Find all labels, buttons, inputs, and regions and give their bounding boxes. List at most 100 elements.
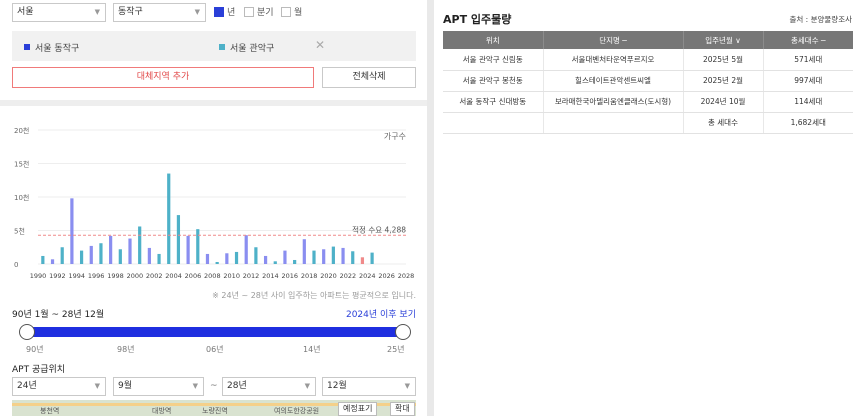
- chart-bar: [196, 229, 200, 264]
- area-item-gwanak: 서울 관악구: [219, 41, 274, 54]
- x-tick-label: 2006: [185, 272, 202, 280]
- chart-bar: [244, 235, 248, 264]
- chart-bar: [302, 239, 306, 264]
- after-2024-link[interactable]: 2024년 이후 보기: [346, 307, 416, 320]
- chart-bar: [50, 259, 55, 264]
- x-tick-label: 2004: [165, 272, 182, 280]
- chart-bar: [225, 253, 229, 264]
- from-month-select[interactable]: 9월 ▼: [113, 377, 204, 396]
- left-panel: 서울 ▼ 동작구 ▼ 년 분기 월 서울 동작구 서울 관악구 ✕ 대체지역 추…: [0, 0, 427, 416]
- chart-bar: [186, 235, 190, 264]
- chart-bar: [370, 252, 374, 264]
- chart-bar: [128, 238, 132, 264]
- map-label: 대방역: [152, 407, 172, 415]
- to-month-select[interactable]: 12월 ▼: [322, 377, 416, 396]
- chevron-down-icon: ▼: [192, 382, 198, 390]
- chart-bar: [79, 250, 84, 264]
- chart-bar: [157, 253, 161, 264]
- cell-empty: [543, 112, 684, 134]
- col-header-location[interactable]: 위치: [443, 31, 544, 49]
- district-select[interactable]: 동작구 ▼: [113, 3, 206, 22]
- supply-map[interactable]: 봉천역 대방역 노량진역 여의도한강공원 예정표기 확대: [12, 400, 416, 416]
- x-tick-label: 1992: [49, 272, 66, 280]
- period-range-label: 90년 1월 ~ 28년 12월: [12, 310, 105, 320]
- chart-bar: [293, 259, 297, 264]
- month-checkbox[interactable]: [281, 7, 291, 17]
- series-color-swatch: [24, 44, 30, 50]
- reference-line-label: 적정 수요 4,288: [352, 224, 406, 234]
- col-header-movein[interactable]: 입주년월 ∨: [683, 31, 764, 49]
- from-year-value: 24년: [17, 381, 37, 391]
- y-tick-label: 20천: [14, 126, 29, 135]
- period-slider-track[interactable]: [26, 327, 404, 337]
- chart-bar: [176, 215, 181, 264]
- x-tick-label: 1994: [68, 272, 85, 280]
- map-toggle-button[interactable]: 예정표기: [338, 402, 378, 416]
- chart-bar: [312, 250, 316, 264]
- y-tick-label: 5천: [14, 227, 25, 236]
- chart-bar: [351, 251, 355, 264]
- col-header-households[interactable]: 총세대수 ─: [763, 31, 853, 49]
- table-row[interactable]: 서울 관악구 신림동 서울대벤처타운역푸르지오 2025년 5월 571세대: [443, 49, 853, 71]
- chart-bar: [41, 255, 45, 264]
- chevron-down-icon: ▼: [94, 382, 100, 390]
- slider-end-handle[interactable]: [395, 324, 411, 340]
- chart-bar: [273, 261, 277, 264]
- x-tick-label: 2002: [146, 272, 163, 280]
- cell-households: 997세대: [763, 70, 853, 92]
- x-tick-label: 2022: [340, 272, 357, 280]
- map-label: 노량진역: [202, 407, 228, 415]
- cell-location: 서울 관악구 신림동: [443, 49, 544, 71]
- x-tick-label: 2008: [204, 272, 221, 280]
- chart-bar: [89, 245, 93, 264]
- to-month-value: 12월: [327, 381, 347, 391]
- year-checkbox-label: 년: [227, 8, 236, 18]
- x-tick-label: 1998: [107, 272, 124, 280]
- chart-bar: [60, 247, 64, 264]
- to-year-value: 28년: [227, 381, 247, 391]
- table-row[interactable]: 서울 관악구 봉천동 힐스테이트관악센트씨엘 2025년 2월 997세대: [443, 70, 853, 92]
- table-row[interactable]: 서울 동작구 신대방동 보라매한국아델리움엔클래스(도시형) 2024년 10월…: [443, 91, 853, 113]
- close-icon[interactable]: ✕: [315, 38, 325, 52]
- chart-bar: [147, 247, 151, 264]
- chart-bar: [341, 247, 345, 264]
- apt-panel-source: 출처 : 분양물량조사: [789, 15, 853, 24]
- slider-tick: 14년: [303, 345, 321, 354]
- col-header-complex[interactable]: 단지명 ─: [543, 31, 684, 49]
- year-checkbox[interactable]: [214, 7, 224, 17]
- supply-bar-chart: 0 5천 10천 15천 20천 1990 1992 1994 1996 1998 2000 2002…: [14, 126, 415, 280]
- table-total-row: 총 세대수 1,682세대: [443, 112, 853, 134]
- cell-empty: [443, 112, 544, 134]
- slider-start-handle[interactable]: [19, 324, 35, 340]
- apt-supply-table: 위치 단지명 ─ 입주년월 ∨ 총세대수 ─ 서울 관악구 신림동 서울대벤처타…: [443, 31, 853, 134]
- x-tick-label: 1990: [30, 272, 47, 280]
- area-item-dongjak: 서울 동작구: [24, 41, 79, 54]
- slider-tick: 25년: [387, 345, 405, 354]
- chart-bar: [99, 243, 103, 264]
- chart-bar: [70, 198, 74, 264]
- x-tick-label: 2016: [282, 272, 299, 280]
- section-divider: [0, 100, 427, 106]
- chart-bar: [322, 249, 326, 264]
- cell-location: 서울 관악구 봉천동: [443, 70, 544, 92]
- supply-location-title: APT 공급위치: [12, 365, 66, 375]
- chevron-down-icon: ▼: [304, 382, 310, 390]
- chart-footnote: ※ 24년 ~ 28년 사이 입주하는 아파트는 평균적으로 입니다.: [212, 291, 416, 300]
- chart-bar: [118, 249, 122, 264]
- from-year-select[interactable]: 24년 ▼: [12, 377, 106, 396]
- chart-bar: [263, 255, 268, 264]
- quarter-checkbox[interactable]: [244, 7, 254, 17]
- x-tick-label: 2024: [359, 272, 376, 280]
- chart-bar: [234, 251, 239, 264]
- total-label: 총 세대수: [683, 112, 764, 134]
- cell-movein: 2025년 5월: [683, 49, 764, 71]
- to-year-select[interactable]: 28년 ▼: [222, 377, 316, 396]
- x-tick-label: 2028: [398, 272, 415, 280]
- delete-all-button[interactable]: 전체삭제: [322, 67, 416, 88]
- chart-bar: [254, 247, 258, 264]
- slider-tick: 06년: [206, 345, 224, 354]
- x-tick-label: 2000: [127, 272, 144, 280]
- city-select[interactable]: 서울 ▼: [12, 3, 106, 22]
- map-zoom-button[interactable]: 확대: [390, 402, 415, 416]
- add-area-button[interactable]: 대체지역 추가: [12, 67, 314, 88]
